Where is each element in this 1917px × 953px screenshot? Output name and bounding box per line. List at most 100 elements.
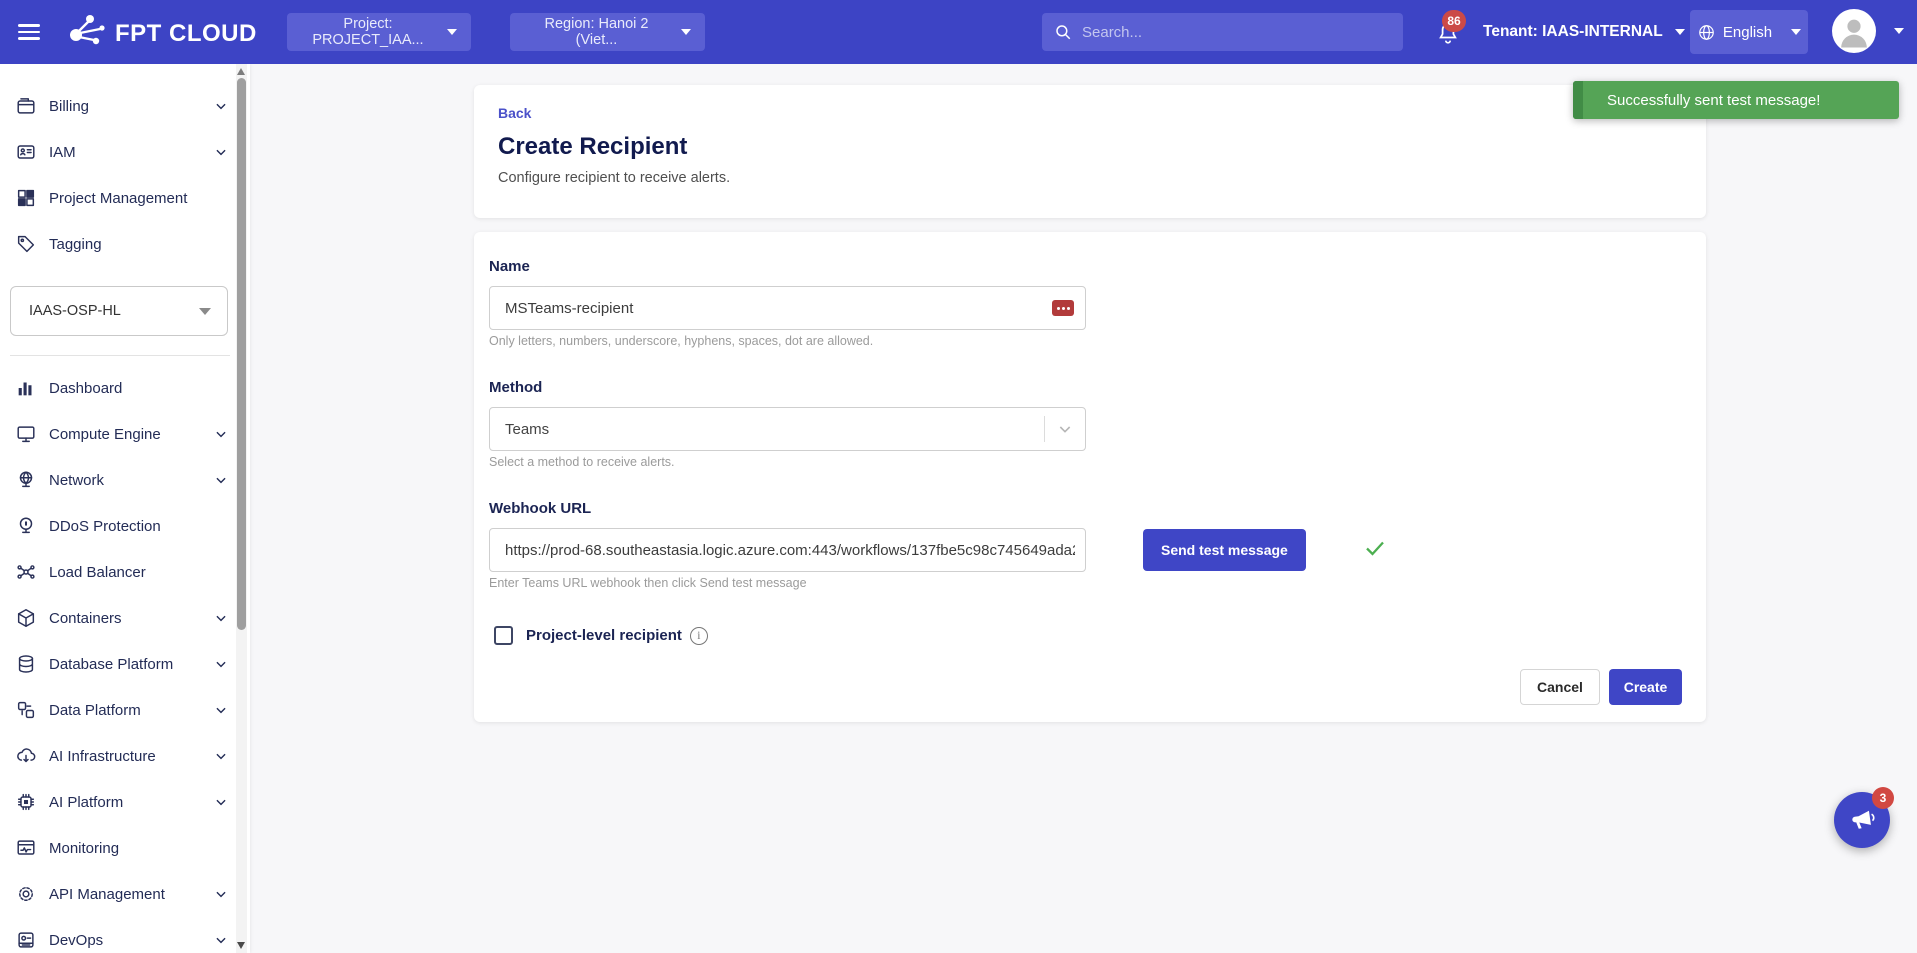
global-search	[1042, 13, 1403, 51]
sidebar-item-label: Billing	[49, 98, 214, 115]
grid-icon	[15, 187, 37, 209]
chevron-down-icon	[214, 703, 228, 717]
tag-icon	[15, 233, 37, 255]
megaphone-icon	[1846, 804, 1878, 836]
sidebar-item-devops[interactable]: DevOps	[0, 917, 250, 953]
search-icon	[1054, 23, 1072, 41]
sidebar-item-containers[interactable]: Containers	[0, 595, 250, 641]
project-level-checkbox[interactable]	[494, 626, 513, 645]
logo-text: FPT CLOUD	[115, 20, 257, 48]
method-select[interactable]: Teams	[489, 407, 1086, 451]
search-input[interactable]	[1082, 24, 1391, 41]
info-icon[interactable]: i	[690, 627, 708, 645]
chevron-down-icon	[214, 795, 228, 809]
chevron-down-icon	[1045, 421, 1085, 437]
sidebar-item-monitoring[interactable]: Monitoring	[0, 825, 250, 871]
monitor-icon	[15, 423, 37, 445]
chevron-down-icon	[214, 749, 228, 763]
page-subtitle: Configure recipient to receive alerts.	[498, 170, 1682, 186]
method-field: Method Teams Select a method to receive …	[489, 379, 1682, 469]
send-test-message-button[interactable]: Send test message	[1143, 529, 1306, 571]
keyboard-extension-icon[interactable]	[1052, 300, 1074, 316]
cancel-button[interactable]: Cancel	[1520, 669, 1600, 705]
sidebar-item-label: Monitoring	[49, 840, 228, 857]
sidebar-item-billing[interactable]: Billing	[0, 83, 250, 129]
toast-message: Successfully sent test message!	[1583, 92, 1820, 109]
sidebar-scrollbar[interactable]	[236, 64, 247, 953]
sidebar-item-label: Compute Engine	[49, 426, 214, 443]
sidebar-item-tagging[interactable]: Tagging	[0, 221, 250, 267]
tenant-selector[interactable]: Tenant: IAAS-INTERNAL	[1483, 0, 1685, 64]
globe-icon	[1697, 23, 1716, 42]
region-selector[interactable]: Region: Hanoi 2 (Viet...	[510, 13, 705, 51]
sidebar-item-label: AI Infrastructure	[49, 748, 214, 765]
ddos-protection-icon	[15, 515, 37, 537]
chevron-down-icon	[199, 308, 211, 315]
notifications-button[interactable]: 86	[1428, 14, 1468, 54]
sidebar-item-iam[interactable]: IAM	[0, 129, 250, 175]
chevron-down-icon	[214, 657, 228, 671]
devops-icon	[15, 929, 37, 951]
sidebar-item-network[interactable]: Network	[0, 457, 250, 503]
sidebar-item-api-management[interactable]: API Management	[0, 871, 250, 917]
sidebar-item-label: Data Platform	[49, 702, 214, 719]
wallet-icon	[15, 95, 37, 117]
project-selector[interactable]: Project: PROJECT_IAA...	[287, 13, 471, 51]
cloud-arrow-icon	[15, 745, 37, 767]
webhook-field: Webhook URL Send test message Enter Team…	[489, 500, 1682, 590]
recipient-form-card: Name Only letters, numbers, underscore, …	[474, 232, 1706, 722]
workspace-select[interactable]: IAAS-OSP-HL	[10, 286, 228, 336]
scrollbar-thumb[interactable]	[237, 78, 246, 630]
announcements-fab[interactable]: 3	[1834, 792, 1890, 848]
sidebar-item-label: Database Platform	[49, 656, 214, 673]
chevron-down-icon	[1894, 28, 1904, 34]
main-content: Back Create Recipient Configure recipien…	[250, 64, 1917, 953]
sidebar-item-database-platform[interactable]: Database Platform	[0, 641, 250, 687]
method-label: Method	[489, 379, 1682, 396]
sidebar-item-label: Project Management	[49, 190, 228, 207]
box-icon	[15, 607, 37, 629]
chevron-down-icon	[1675, 29, 1685, 35]
webhook-url-input[interactable]	[489, 528, 1086, 572]
create-button[interactable]: Create	[1609, 669, 1682, 705]
chevron-down-icon	[1791, 29, 1801, 35]
chevron-down-icon	[214, 473, 228, 487]
data-stack-icon	[15, 699, 37, 721]
name-helper-text: Only letters, numbers, underscore, hyphe…	[489, 334, 1682, 348]
sidebar-item-data-platform[interactable]: Data Platform	[0, 687, 250, 733]
language-selector[interactable]: English	[1690, 10, 1808, 54]
toast-notification: Successfully sent test message!	[1573, 81, 1899, 119]
project-level-row: Project-level recipient i	[489, 626, 1682, 645]
toast-accent-bar	[1573, 81, 1583, 119]
sidebar-item-compute-engine[interactable]: Compute Engine	[0, 411, 250, 457]
sidebar-item-project-management[interactable]: Project Management	[0, 175, 250, 221]
sidebar-item-ddos-protection[interactable]: DDoS Protection	[0, 503, 250, 549]
chevron-down-icon	[214, 427, 228, 441]
sidebar-item-label: Tagging	[49, 236, 228, 253]
success-check-icon	[1363, 536, 1387, 565]
chevron-down-icon	[447, 29, 457, 35]
project-level-label: Project-level recipient	[526, 627, 682, 644]
form-actions: Cancel Create	[489, 669, 1682, 705]
name-input[interactable]	[489, 286, 1086, 330]
database-icon	[15, 653, 37, 675]
sidebar-item-label: Load Balancer	[49, 564, 228, 581]
gear-icon	[15, 883, 37, 905]
back-link[interactable]: Back	[498, 105, 531, 121]
sidebar-item-load-balancer[interactable]: Load Balancer	[0, 549, 250, 595]
sidebar-item-label: AI Platform	[49, 794, 214, 811]
method-helper-text: Select a method to receive alerts.	[489, 455, 1682, 469]
sidebar-item-ai-infrastructure[interactable]: AI Infrastructure	[0, 733, 250, 779]
sidebar-item-dashboard[interactable]: Dashboard	[0, 365, 250, 411]
sidebar-item-label: DevOps	[49, 932, 214, 949]
chevron-down-icon	[214, 611, 228, 625]
sidebar-item-ai-platform[interactable]: AI Platform	[0, 779, 250, 825]
user-menu[interactable]	[1832, 9, 1904, 53]
sidebar-item-label: Network	[49, 472, 214, 489]
scroll-up-arrow-icon[interactable]	[237, 68, 245, 75]
menu-icon[interactable]	[14, 18, 44, 46]
top-navbar: FPT CLOUD Project: PROJECT_IAA... Region…	[0, 0, 1917, 64]
scroll-down-arrow-icon[interactable]	[237, 942, 245, 949]
molecule-logo-icon	[66, 11, 106, 56]
sidebar-item-label: Dashboard	[49, 380, 228, 397]
